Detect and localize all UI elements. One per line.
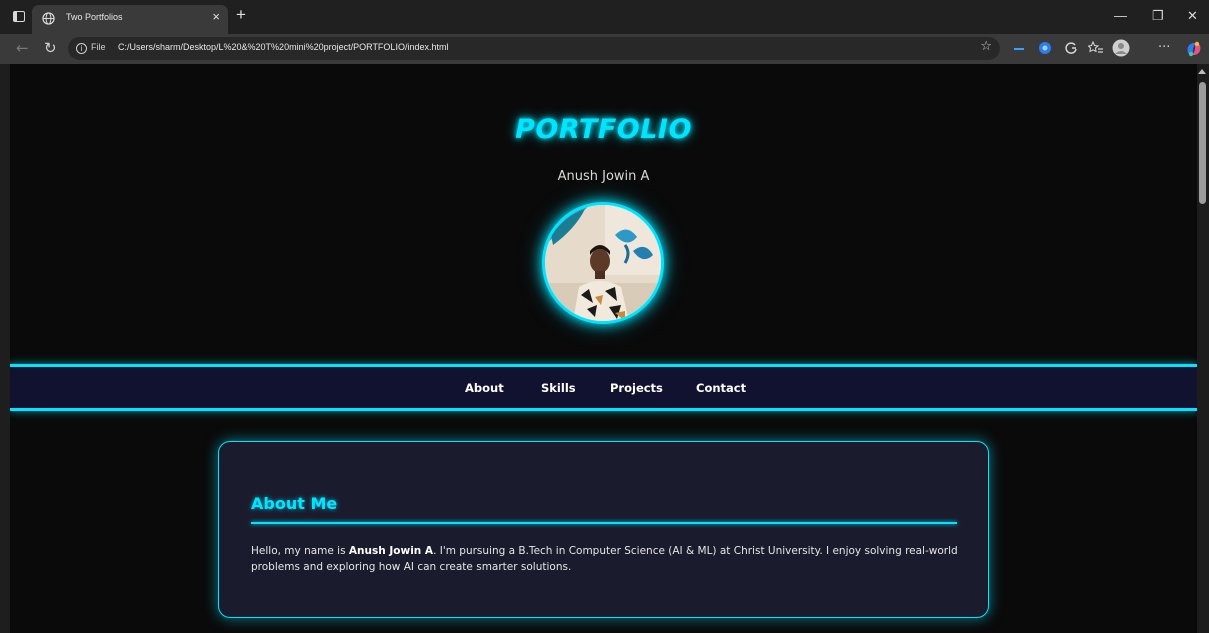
tab-title: Two Portfolios bbox=[66, 12, 123, 22]
scroll-up-arrow-icon[interactable] bbox=[1198, 69, 1206, 74]
minimize-button[interactable]: — bbox=[1114, 8, 1127, 23]
browser-toolbar: ← ↻ i File C:/Users/sharm/Desktop/L%20&%… bbox=[0, 34, 1209, 64]
scrollbar-thumb[interactable] bbox=[1199, 82, 1206, 204]
about-section: About Me Hello, my name is Anush Jowin A… bbox=[218, 441, 989, 618]
nav-link-skills[interactable]: Skills bbox=[541, 381, 576, 395]
browser-extension-icon[interactable] bbox=[1064, 41, 1078, 55]
more-options-icon[interactable]: ··· bbox=[1158, 40, 1170, 55]
tab-actions-icon[interactable] bbox=[13, 11, 25, 22]
page-title: PORTFOLIO bbox=[515, 114, 692, 145]
address-bar[interactable]: i File C:/Users/sharm/Desktop/L%20&%20T%… bbox=[68, 37, 1000, 60]
info-icon[interactable]: i bbox=[76, 43, 87, 54]
close-window-button[interactable]: ✕ bbox=[1187, 8, 1198, 24]
about-text: Hello, my name is Anush Jowin A. I'm pur… bbox=[251, 544, 961, 575]
restore-button[interactable]: ❐ bbox=[1152, 8, 1164, 24]
page-scrollbar[interactable] bbox=[1197, 64, 1209, 633]
copilot-badge-icon[interactable] bbox=[1038, 41, 1052, 55]
browser-tab[interactable]: Two Portfolios × bbox=[32, 5, 228, 34]
globe-icon bbox=[42, 12, 55, 25]
favorites-list-icon[interactable] bbox=[1088, 41, 1104, 55]
extension-underscore-icon[interactable] bbox=[1014, 48, 1024, 51]
main-nav: About Skills Projects Contact bbox=[10, 364, 1197, 411]
nav-link-about[interactable]: About bbox=[465, 381, 504, 395]
back-arrow-icon[interactable]: ← bbox=[16, 39, 29, 57]
about-heading: About Me bbox=[251, 494, 338, 513]
page-viewport: PORTFOLIO Anush Jowin A About Skills Pro… bbox=[10, 64, 1197, 633]
window-left-edge bbox=[0, 64, 10, 633]
profile-avatar-icon[interactable] bbox=[1112, 39, 1130, 57]
url-text[interactable]: C:/Users/sharm/Desktop/L%20&%20T%20mini%… bbox=[118, 42, 448, 52]
browser-tab-bar: Two Portfolios × + — ❐ ✕ bbox=[0, 0, 1209, 34]
file-label: File bbox=[91, 42, 106, 52]
refresh-icon[interactable]: ↻ bbox=[44, 39, 57, 57]
about-divider bbox=[251, 522, 957, 524]
about-text-intro: Hello, my name is bbox=[251, 545, 349, 557]
favorite-star-icon[interactable]: ☆ bbox=[980, 39, 992, 54]
profile-photo bbox=[542, 202, 664, 324]
tab-close-icon[interactable]: × bbox=[212, 9, 220, 24]
profile-photo-illustration bbox=[545, 205, 661, 321]
owner-name: Anush Jowin A bbox=[557, 169, 650, 184]
nav-link-contact[interactable]: Contact bbox=[696, 381, 746, 395]
nav-link-projects[interactable]: Projects bbox=[610, 381, 663, 395]
copilot-icon[interactable] bbox=[1184, 39, 1204, 59]
about-name-bold: Anush Jowin A bbox=[348, 545, 434, 557]
new-tab-button[interactable]: + bbox=[236, 5, 246, 25]
